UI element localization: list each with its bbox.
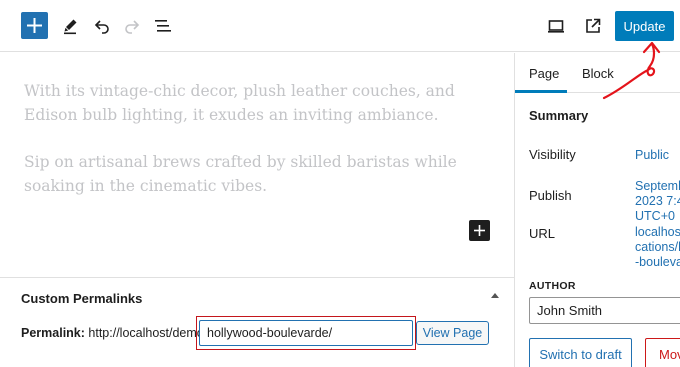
metabox-title: Custom Permalinks	[21, 291, 143, 306]
view-page-button[interactable]: View Page	[416, 321, 489, 345]
permalink-slug-input[interactable]	[199, 320, 413, 346]
publish-date-line: Septemb	[635, 179, 680, 193]
visibility-value[interactable]: Public	[635, 148, 669, 163]
url-value[interactable]: localhost cations/h -bouleva	[635, 225, 680, 270]
permalink-label: Permalink:	[21, 326, 85, 340]
permalink-row: Permalink: http://localhost/demo/	[21, 326, 207, 340]
move-to-trash-button[interactable]: Mov	[645, 338, 680, 367]
update-button[interactable]: Update	[615, 11, 674, 41]
redo-icon	[125, 20, 140, 34]
paragraph-block[interactable]: Sip on artisanal brews crafted by skille…	[24, 150, 499, 198]
undo-icon	[94, 20, 109, 34]
summary-heading[interactable]: Summary	[529, 108, 588, 123]
url-line: localhost	[635, 225, 680, 239]
switch-to-draft-button[interactable]: Switch to draft	[529, 338, 632, 367]
block-inserter-toggle[interactable]	[21, 12, 48, 39]
permalink-base-url: http://localhost/demo/	[88, 326, 208, 340]
desktop-icon	[548, 20, 564, 33]
url-line: cations/h	[635, 240, 680, 254]
tab-page[interactable]: Page	[529, 66, 559, 81]
list-view-button[interactable]	[150, 13, 176, 39]
view-page-link[interactable]	[580, 13, 606, 39]
paragraph-block[interactable]: With its vintage-chic decor, plush leath…	[24, 79, 499, 127]
undo-button[interactable]	[89, 13, 115, 39]
list-view-icon	[155, 20, 171, 32]
author-select[interactable]: John Smith	[529, 297, 680, 324]
custom-permalinks-metabox: Custom Permalinks Permalink: http://loca…	[0, 277, 514, 367]
plus-icon	[27, 18, 42, 33]
publish-date-line: 2023 7:4	[635, 194, 680, 208]
editor-toolbar: Update	[0, 0, 680, 52]
add-block-button[interactable]	[469, 220, 490, 241]
publish-date-line: UTC+0	[635, 209, 675, 223]
tab-block[interactable]: Block	[582, 66, 614, 81]
plus-icon	[474, 225, 485, 236]
publish-date-value[interactable]: Septemb 2023 7:4 UTC+0	[635, 179, 680, 224]
editor-canvas: With its vintage-chic decor, plush leath…	[0, 53, 514, 277]
author-label: AUTHOR	[529, 280, 576, 292]
sidebar-tabs: Page Block	[515, 53, 680, 93]
collapse-arrow-icon[interactable]	[491, 293, 499, 298]
redo-button[interactable]	[119, 13, 145, 39]
tools-button[interactable]	[57, 13, 83, 39]
publish-label: Publish	[529, 188, 572, 203]
active-tab-indicator	[515, 90, 567, 93]
settings-sidebar: Page Block Summary Visibility Public Pub…	[514, 53, 680, 367]
pencil-icon	[64, 19, 77, 35]
url-line: -bouleva	[635, 255, 680, 269]
external-link-icon	[586, 18, 601, 33]
url-label: URL	[529, 226, 556, 241]
preview-button[interactable]	[543, 13, 569, 39]
visibility-label: Visibility	[529, 147, 576, 162]
